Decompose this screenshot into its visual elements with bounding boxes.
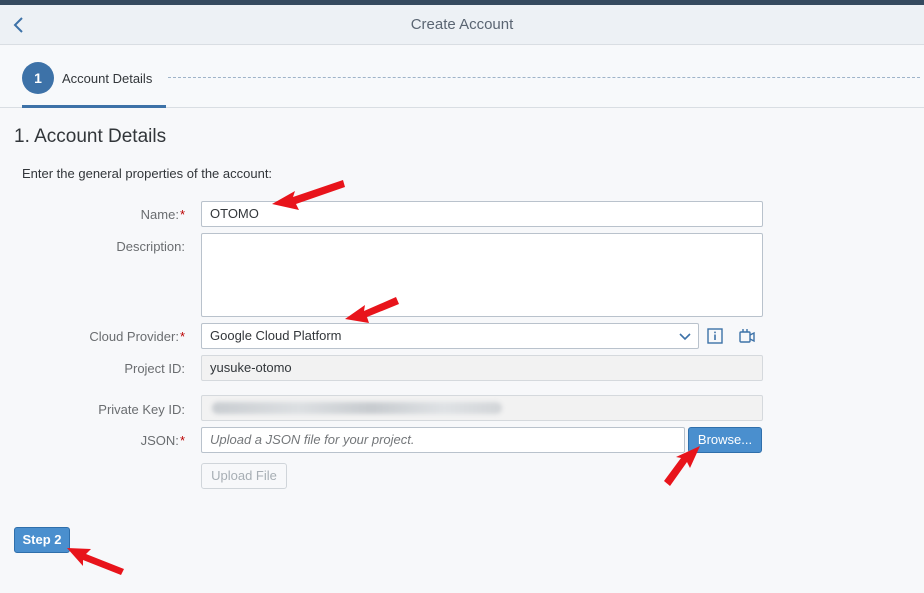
chevron-left-icon (13, 17, 23, 33)
cloud-provider-value: Google Cloud Platform (210, 328, 342, 343)
chevron-down-icon (679, 333, 691, 341)
wizard-step-1-circle[interactable]: 1 (22, 62, 54, 94)
wizard-progress: 1 Account Details (0, 46, 924, 108)
back-button[interactable] (8, 13, 30, 37)
cloud-provider-label: Cloud Provider:* (89, 329, 185, 344)
json-file-input[interactable]: Upload a JSON file for your project. (201, 427, 685, 453)
description-label: Description: (116, 239, 185, 254)
annotation-arrow (67, 548, 124, 575)
required-mark: * (179, 207, 185, 222)
project-id-label: Project ID: (124, 361, 185, 376)
wizard-active-indicator (22, 105, 166, 108)
description-textarea[interactable] (201, 233, 763, 317)
page-title: Create Account (410, 16, 514, 33)
section-intro: Enter the general properties of the acco… (22, 166, 273, 181)
cloud-provider-select[interactable]: Google Cloud Platform (201, 323, 699, 349)
name-input[interactable]: OTOMO (201, 201, 763, 227)
step-2-button[interactable]: Step 2 (14, 527, 70, 553)
name-label: Name:* (140, 207, 185, 222)
info-icon[interactable] (706, 327, 724, 345)
wizard-step-connector (168, 77, 920, 78)
private-key-label: Private Key ID: (98, 402, 185, 417)
browse-button[interactable]: Browse... (688, 427, 762, 453)
section-title: 1. Account Details (14, 126, 167, 147)
blurred-private-key (212, 402, 502, 414)
json-label: JSON:* (140, 433, 185, 448)
required-mark: * (179, 433, 185, 448)
connect-video-icon[interactable] (738, 327, 756, 345)
upload-file-button[interactable]: Upload File (201, 463, 287, 489)
project-id-field: yusuke-otomo (201, 355, 763, 381)
page-header: Create Account (0, 5, 924, 45)
required-mark: * (179, 329, 185, 344)
wizard-step-1-label[interactable]: Account Details (62, 71, 152, 86)
